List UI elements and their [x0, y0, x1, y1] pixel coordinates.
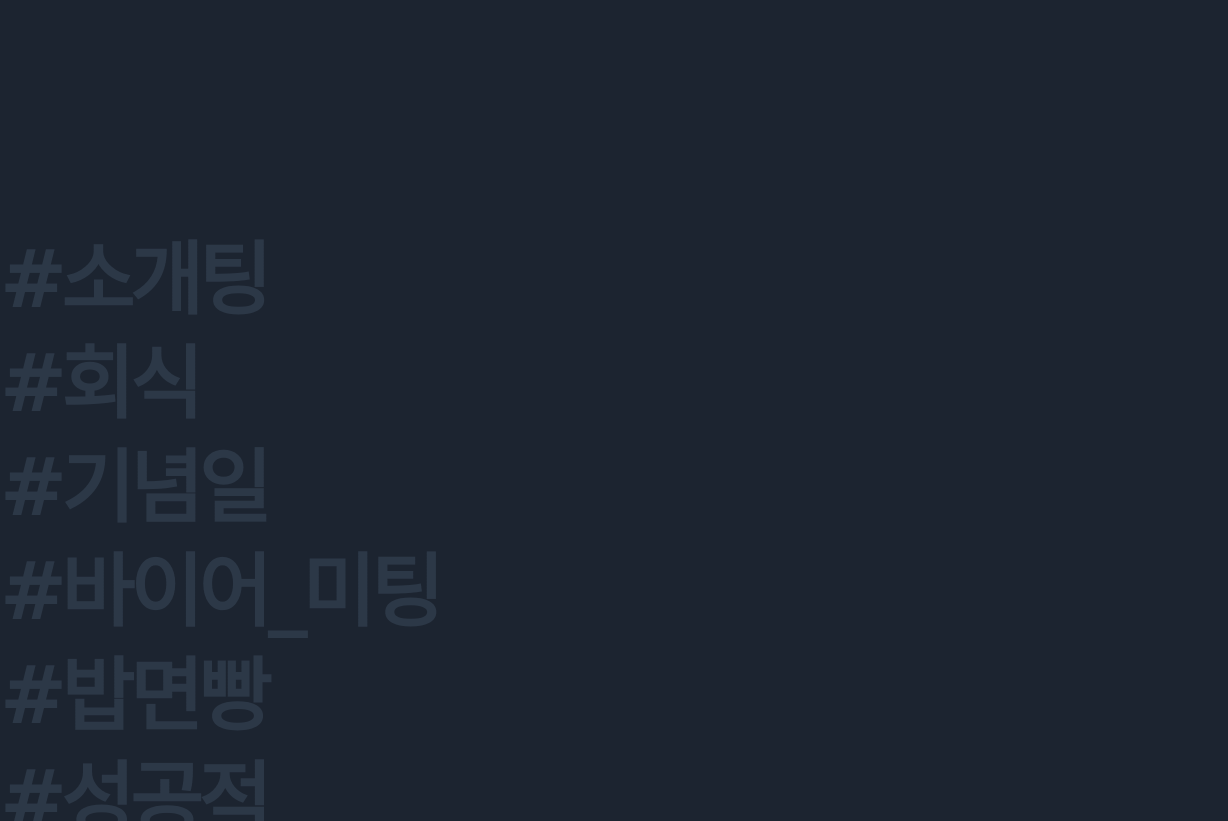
hashtag-blind-date: #소개팅 [0, 228, 440, 332]
hashtag-background: #소개팅 #회식 #기념일 #바이어_미팅 #밥면빵 #성공적 [0, 0, 1228, 821]
hashtag-rice-noodle-bread: #밥면빵 [0, 644, 440, 748]
hashtag-successful: #성공적 [0, 748, 440, 821]
hashtag-list: #소개팅 #회식 #기념일 #바이어_미팅 #밥면빵 #성공적 [0, 228, 445, 821]
hashtag-company-dinner: #회식 [0, 332, 440, 436]
hashtag-buyer-meeting: #바이어_미팅 [0, 540, 445, 644]
hashtag-anniversary: #기념일 [0, 436, 440, 540]
